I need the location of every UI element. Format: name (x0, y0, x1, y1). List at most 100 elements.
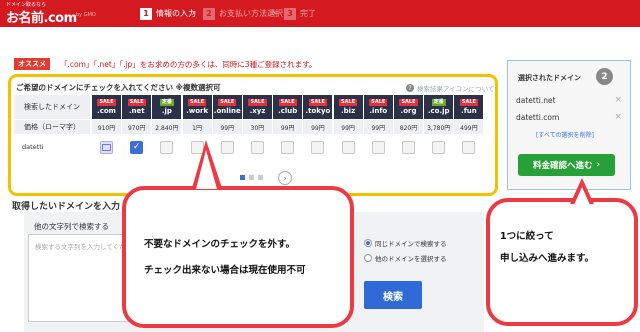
clear-all-link[interactable]: [すべての選択を削除] (536, 130, 594, 139)
tld-price: 910円 (92, 120, 121, 134)
next-page-icon[interactable]: › (278, 171, 292, 185)
callout-text: 1つに絞って (500, 231, 554, 242)
price-row-label: 価格（ローマ字） (14, 120, 90, 134)
help-link[interactable]: ? 検索結果アイコンについて (406, 83, 494, 93)
tld-badge: SALE (278, 98, 297, 106)
domain-checkbox[interactable] (402, 140, 415, 154)
step-arrow-icon: › (191, 6, 196, 19)
page-dot[interactable] (240, 175, 245, 180)
domain-checkbox[interactable] (220, 140, 234, 154)
tld-checkbox-cell (424, 136, 453, 158)
tld-name: .org (400, 106, 417, 115)
tld-badge: SALE (308, 98, 327, 106)
radio-icon (364, 239, 372, 247)
site-logo[interactable]: お名前.com (6, 7, 77, 26)
domain-checkbox[interactable] (281, 140, 295, 154)
step-number: 3 (284, 7, 296, 20)
tld-badge: 定番 (431, 98, 446, 106)
tld-checkbox-cell (303, 136, 332, 158)
panel-title: ご希望のドメインにチェックを入れてください ※複数選択可 (16, 83, 221, 92)
radio-other-domain[interactable]: 他のドメインを選択する (364, 252, 447, 264)
tld-name: .fun (461, 106, 477, 115)
tld-name: .com (97, 106, 116, 115)
tld-name: .jp (161, 106, 172, 115)
tld-header: 定番 .co.jp (424, 95, 454, 119)
tld-header: SALE .com (92, 95, 121, 119)
tld-price: 99円 (212, 120, 242, 134)
tld-name: .work (186, 106, 209, 115)
tld-header: SALE .tokyo (303, 95, 333, 119)
domain-checkbox[interactable] (311, 140, 325, 154)
tld-header: SALE .online (212, 95, 242, 119)
step-number: 1 (140, 7, 152, 20)
tld-badge: SALE (248, 98, 267, 106)
tld-checkbox-cell (92, 136, 121, 158)
tld-name: .xyz (249, 106, 266, 115)
tld-name: .club (278, 106, 298, 115)
tld-header: 定番 .jp (152, 95, 182, 119)
search-label: 他の文字列で検索する (34, 222, 109, 231)
pagination-dots (240, 175, 263, 180)
tld-checkbox-cell (273, 136, 302, 158)
step-label: 情報の入力 (156, 9, 196, 18)
tld-checkbox-cell (152, 136, 181, 158)
radio-label: 他のドメインを選択する (375, 255, 447, 263)
tld-checkbox-cell: ✓ (122, 136, 151, 158)
tld-header: SALE .info (363, 95, 393, 119)
proceed-button-label: 料金確認へ進む (532, 161, 593, 171)
selected-item: datetti.com × (516, 109, 622, 125)
tld-price: 820円 (394, 120, 423, 134)
tld-price: 3,780円 (424, 120, 454, 134)
logo-sub: by GMO (76, 12, 96, 18)
domain-checkbox[interactable] (371, 140, 385, 154)
search-button[interactable]: 検索 (364, 281, 422, 309)
radio-label: 同じドメインで検索する (375, 240, 447, 248)
tld-badge: SALE (127, 98, 146, 106)
domain-checkbox[interactable]: ✓ (130, 140, 144, 154)
tld-header: SALE .club (273, 95, 303, 119)
tld-badge: SALE (97, 98, 116, 106)
tld-name: .biz (341, 106, 356, 115)
proceed-button[interactable]: 料金確認へ進む › (518, 154, 615, 176)
selected-item: datetti.net × (516, 92, 622, 108)
domain-checkbox[interactable] (160, 140, 174, 154)
step-1: 1 情報の入力 (140, 7, 196, 20)
site-header (0, 0, 640, 27)
tld-name: .tokyo (305, 106, 331, 115)
domain-checkbox[interactable] (251, 140, 264, 154)
domain-checkbox[interactable] (341, 140, 355, 154)
tld-badge: 定番 (159, 98, 174, 106)
callout-uncheck (122, 186, 354, 328)
help-icon: ? (406, 84, 414, 92)
tld-header: SALE .net (122, 95, 152, 119)
selected-item-name: datetti.net (516, 95, 556, 105)
remove-icon[interactable]: × (614, 112, 622, 122)
tld-checkbox-cell (454, 136, 483, 158)
tld-checkbox-cell (394, 136, 423, 158)
remove-icon[interactable]: × (614, 95, 622, 105)
domain-row-label: 検索したドメイン (14, 95, 90, 119)
tld-header: SALE .xyz (243, 95, 272, 119)
tld-price: 499円 (454, 120, 484, 134)
page-dot[interactable] (258, 175, 263, 180)
tld-checkbox-cell (334, 136, 363, 158)
tld-name: .online (213, 106, 241, 115)
callout-tail-inner (574, 187, 590, 205)
chevron-right-icon: › (596, 160, 601, 170)
radio-icon (364, 254, 372, 262)
recommend-badge: オススメ (14, 58, 50, 70)
radio-same-domain[interactable]: 同じドメインで検索する (364, 237, 447, 249)
step-2: 2 お支払い方法選択 (203, 7, 283, 20)
step-number: 2 (203, 7, 215, 20)
tld-badge: SALE (459, 98, 478, 106)
step-arrow-icon: › (272, 6, 277, 19)
help-link-label: 検索結果アイコンについて (417, 85, 495, 93)
promo-text: 「.com」「.net」「.jp」をお求めの方の多くは、同時に3種ご登録されます… (60, 60, 317, 69)
tld-price: 99円 (303, 120, 333, 134)
domain-checkbox[interactable] (462, 140, 476, 154)
selected-item-name: datetti.com (516, 112, 560, 122)
tld-badge: SALE (218, 98, 237, 106)
domain-checkbox[interactable] (432, 140, 446, 154)
page-dot[interactable] (249, 175, 254, 180)
tld-badge: SALE (339, 98, 358, 106)
